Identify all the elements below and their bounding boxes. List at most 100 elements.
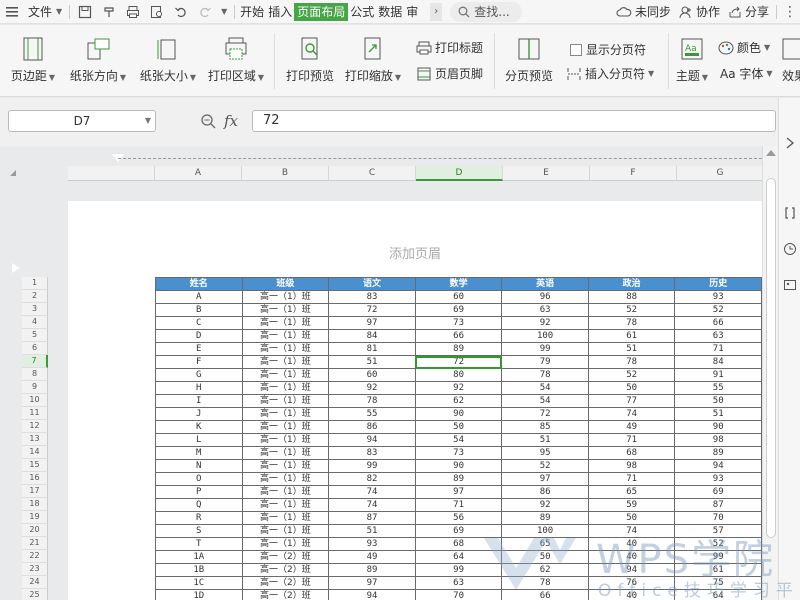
table-cell[interactable]: 65 [587,485,676,499]
add-header-hint[interactable]: 添加页眉 [68,243,762,262]
zoom-icon[interactable] [200,113,216,129]
table-cell[interactable]: G [155,368,243,382]
table-cell[interactable]: 高一（2）班 [241,563,330,577]
table-cell[interactable]: 94 [674,459,762,473]
table-cell[interactable]: 高一（2）班 [241,576,330,590]
column-header[interactable]: C [329,166,416,181]
table-cell[interactable]: S [155,524,243,538]
table-cell[interactable]: 70 [674,511,762,525]
table-cell[interactable]: 50 [587,511,676,525]
table-cell[interactable]: D [155,329,243,343]
row-marker-icon[interactable] [12,263,20,273]
table-cell[interactable]: 72 [328,303,416,317]
table-cell[interactable]: 高一（1）班 [241,368,330,382]
table-cell[interactable]: 86 [501,485,589,499]
table-cell[interactable]: 51 [328,355,416,369]
table-cell[interactable]: 高一（1）班 [241,446,330,460]
table-cell[interactable]: 82 [328,472,416,486]
table-cell[interactable]: 84 [674,355,762,369]
table-cell[interactable]: 55 [328,407,416,421]
table-cell[interactable]: N [155,459,243,473]
table-cell[interactable]: 100 [501,524,589,538]
table-cell[interactable]: 83 [328,290,416,304]
column-title[interactable]: 历史 [674,277,762,291]
redo-icon[interactable] [193,0,217,24]
row-header[interactable]: 22 [22,550,48,563]
table-cell[interactable]: 71 [587,472,676,486]
table-cell[interactable]: B [155,303,243,317]
table-cell[interactable]: 99 [501,342,589,356]
table-cell[interactable]: 50 [414,420,503,434]
column-title[interactable]: 数学 [414,277,503,291]
row-header[interactable]: 7 [22,355,48,368]
table-cell[interactable]: 50 [587,381,676,395]
row-header[interactable]: 8 [22,368,48,381]
table-cell[interactable]: P [155,485,243,499]
table-cell[interactable]: 56 [414,511,503,525]
table-cell[interactable]: 97 [328,316,416,330]
table-cell[interactable]: 高一（1）班 [241,290,330,304]
table-cell[interactable]: 52 [674,303,762,317]
table-cell[interactable]: 88 [587,290,676,304]
table-cell[interactable]: 92 [328,381,416,395]
margins-button[interactable]: 页边距 ▼ [10,37,56,84]
table-cell[interactable]: 51 [328,524,416,538]
table-cell[interactable]: 74 [328,485,416,499]
table-cell[interactable]: 78 [587,355,676,369]
table-cell[interactable]: 98 [587,459,676,473]
column-header[interactable]: G [677,166,762,181]
clock-icon[interactable] [783,242,797,256]
table-cell[interactable]: 60 [414,290,503,304]
column-header[interactable]: D [416,166,503,181]
table-cell[interactable]: 61 [587,329,676,343]
table-cell[interactable]: 94 [328,589,416,600]
bracket-icon[interactable] [783,206,797,220]
table-cell[interactable]: 高一（1）班 [241,459,330,473]
table-cell[interactable]: 78 [501,576,589,590]
row-header[interactable]: 4 [22,316,48,329]
table-cell[interactable]: H [155,381,243,395]
sync-status[interactable]: 未同步 [612,0,675,24]
table-cell[interactable]: 84 [328,329,416,343]
table-cell[interactable]: 92 [501,498,589,512]
chevron-right-icon[interactable] [783,136,797,150]
table-cell[interactable]: 49 [587,420,676,434]
table-cell[interactable]: 77 [587,394,676,408]
column-title[interactable]: 姓名 [155,277,243,291]
table-cell[interactable]: 高一（1）班 [241,355,330,369]
table-cell[interactable]: J [155,407,243,421]
image-icon[interactable] [783,278,797,292]
format-painter-icon[interactable] [97,0,121,24]
table-cell[interactable]: I [155,394,243,408]
table-cell[interactable]: 49 [328,550,416,564]
table-cell[interactable]: 高一（1）班 [241,524,330,538]
tab-page-layout[interactable]: 页面布局 [294,2,349,21]
table-cell[interactable]: 74 [328,498,416,512]
table-cell[interactable]: 94 [328,433,416,447]
table-cell[interactable]: 高一（1）班 [241,420,330,434]
table-cell[interactable]: 68 [587,446,676,460]
print-area-button[interactable]: 打印区域 ▼ [206,37,266,84]
table-cell[interactable]: 96 [501,290,589,304]
table-cell[interactable]: F [155,355,243,369]
table-cell[interactable]: 68 [414,537,503,551]
scroll-thumb[interactable] [766,178,776,538]
tab-data[interactable]: 数据 [376,3,404,21]
table-cell[interactable]: 92 [501,316,589,330]
table-cell[interactable]: 90 [674,420,762,434]
table-cell[interactable]: 高一（1）班 [241,394,330,408]
table-cell[interactable]: 89 [414,342,503,356]
table-cell[interactable]: Q [155,498,243,512]
table-cell[interactable]: 51 [674,407,762,421]
row-header[interactable]: 14 [22,446,48,459]
table-cell[interactable]: 79 [501,355,589,369]
print-icon[interactable] [121,0,145,24]
table-cell[interactable]: 78 [328,394,416,408]
table-cell[interactable]: 99 [414,563,503,577]
table-cell[interactable]: 1C [155,576,243,590]
table-cell[interactable]: 62 [414,394,503,408]
table-cell[interactable]: 74 [587,407,676,421]
table-cell[interactable]: 高一（1）班 [241,407,330,421]
table-cell[interactable]: 66 [414,329,503,343]
table-cell[interactable]: 高一（2）班 [241,550,330,564]
